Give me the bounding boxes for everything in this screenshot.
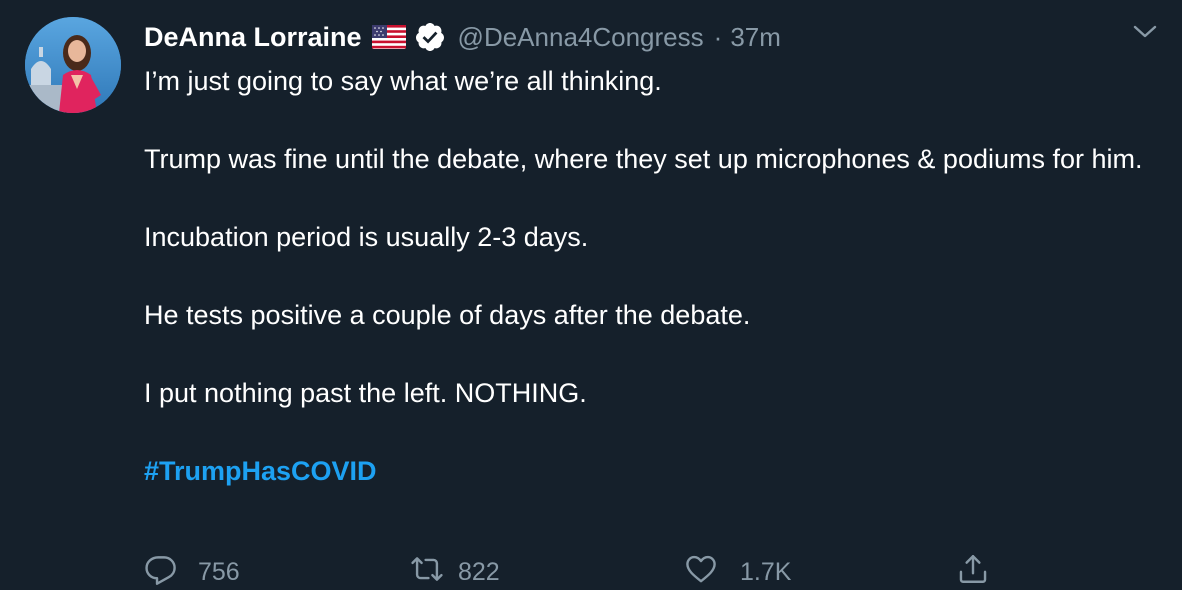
like-button[interactable]: 1.7K [684,552,791,590]
separator-dot: · [713,21,723,52]
tweet-actions: 756 822 1.7K [144,552,1144,590]
reply-icon [144,552,178,590]
author-handle[interactable]: @DeAnna4Congress [458,22,704,53]
retweet-icon [410,552,444,590]
tweet-timestamp[interactable]: 37m [730,22,781,53]
retweet-button[interactable]: 822 [410,552,500,590]
share-button[interactable] [956,552,990,590]
tweet-header: DeAnna Lorraine @DeAnna4Congress · 37m [144,18,781,56]
tweet-paragraph: I put nothing past the left. NOTHING. [144,378,587,408]
tweet-paragraph: He tests positive a couple of days after… [144,300,751,330]
author-name[interactable]: DeAnna Lorraine [144,22,362,53]
verified-badge-icon [414,21,446,53]
retweet-count: 822 [458,558,500,586]
tweet-paragraph: Incubation period is usually 2-3 days. [144,222,589,252]
tweet-text: I’m just going to say what we’re all thi… [144,62,1144,491]
avatar[interactable] [25,17,121,113]
tweet-paragraph: Trump was fine until the debate, where t… [144,144,1143,174]
tweet-paragraph: I’m just going to say what we’re all thi… [144,66,662,96]
reply-count: 756 [198,558,240,586]
like-count: 1.7K [740,558,792,586]
share-icon [956,552,990,590]
chevron-down-icon[interactable] [1131,22,1159,42]
heart-icon [684,552,718,590]
hashtag-link[interactable]: #TrumpHasCOVID [144,452,1144,491]
reply-button[interactable]: 756 [144,552,240,590]
us-flag-icon [371,25,406,49]
